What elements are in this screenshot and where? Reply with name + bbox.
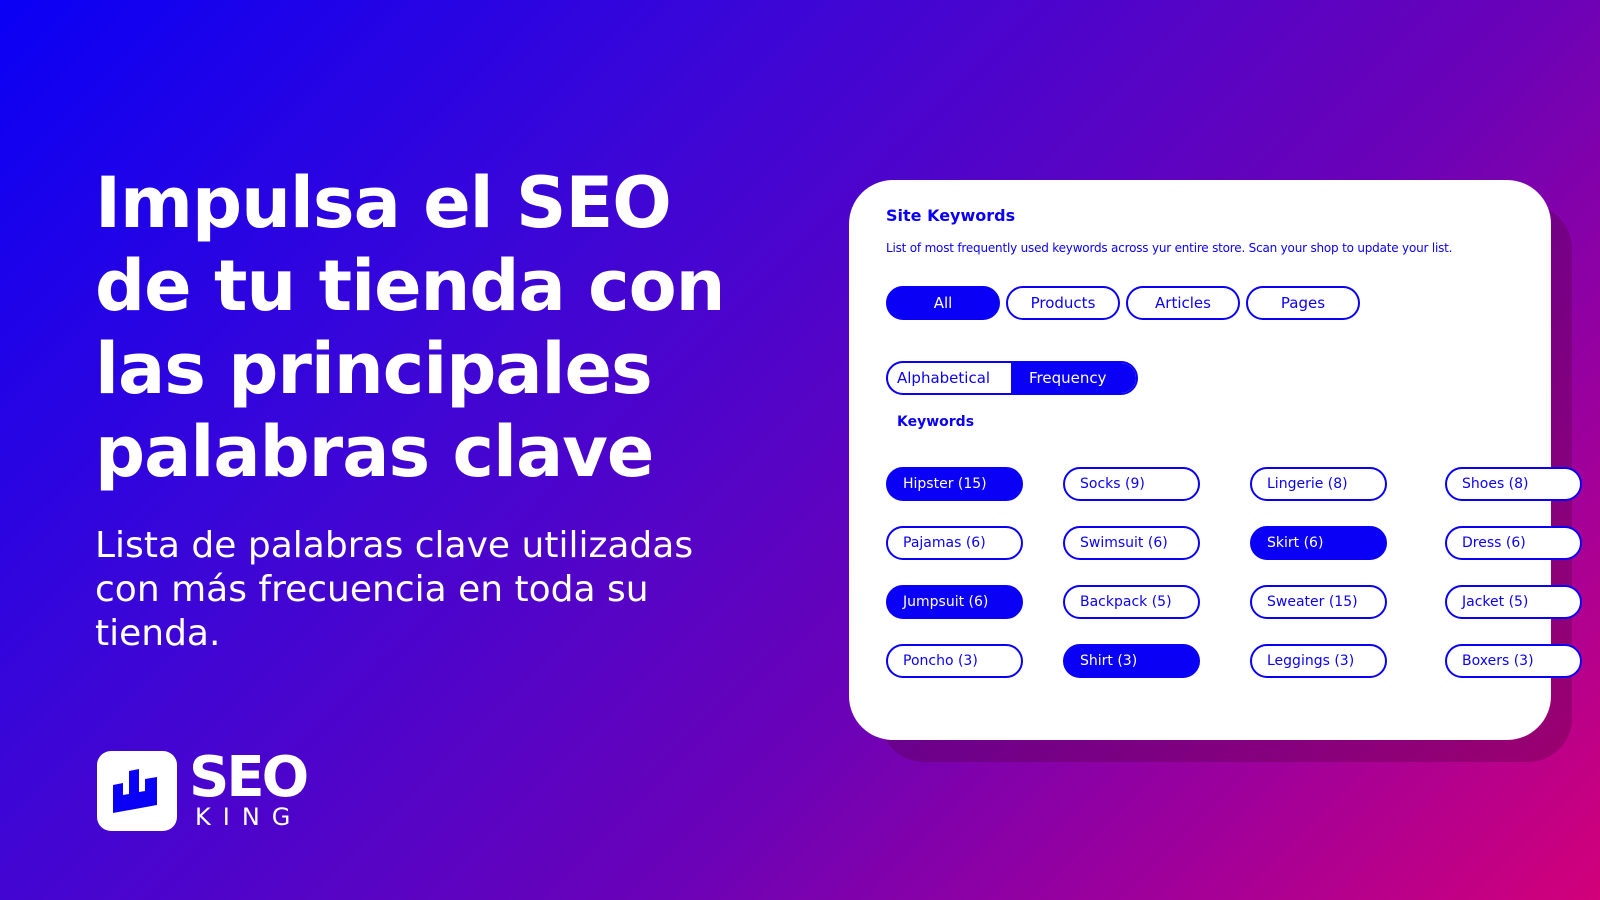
headline-line: las principales <box>95 328 653 410</box>
keyword-chip[interactable]: Poncho (3) <box>886 644 1023 678</box>
filter-pages[interactable]: Pages <box>1246 286 1360 320</box>
keyword-chip[interactable]: Lingerie (8) <box>1250 467 1387 501</box>
keyword-chip[interactable]: Shirt (3) <box>1063 644 1200 678</box>
keyword-chip[interactable]: Hipster (15) <box>886 467 1023 501</box>
keyword-chip[interactable]: Jumpsuit (6) <box>886 585 1023 619</box>
hero-headline: Impulsa el SEO de tu tienda con las prin… <box>95 162 775 494</box>
logo-word-king: KING <box>195 803 303 831</box>
subtitle-line: con más frecuencia en toda su <box>95 569 649 610</box>
keyword-chip[interactable]: Dress (6) <box>1445 526 1582 560</box>
keyword-chip[interactable]: Socks (9) <box>1063 467 1200 501</box>
keyword-chip[interactable]: Sweater (15) <box>1250 585 1387 619</box>
sort-frequency[interactable]: Frequency <box>1011 363 1136 393</box>
headline-line: palabras clave <box>95 411 654 493</box>
sort-toggle: Alphabetical Frequency <box>886 361 1138 395</box>
filter-all[interactable]: All <box>886 286 1000 320</box>
seo-king-logo: SEO KING <box>97 745 309 831</box>
filter-articles[interactable]: Articles <box>1126 286 1240 320</box>
keywords-heading: Keywords <box>897 414 975 430</box>
keyword-chip[interactable]: Shoes (8) <box>1445 467 1582 501</box>
keyword-chip[interactable]: Skirt (6) <box>1250 526 1387 560</box>
filter-products[interactable]: Products <box>1006 286 1120 320</box>
filter-tabs: All Products Articles Pages <box>886 286 1360 320</box>
hero-subtitle: Lista de palabras clave utilizadas con m… <box>95 524 755 656</box>
keyword-chip[interactable]: Leggings (3) <box>1250 644 1387 678</box>
headline-line: Impulsa el SEO <box>95 162 672 244</box>
logo-word-seo: SEO <box>189 745 309 810</box>
keyword-chip[interactable]: Boxers (3) <box>1445 644 1582 678</box>
headline-line: de tu tienda con <box>95 245 726 327</box>
keyword-chip[interactable]: Backpack (5) <box>1063 585 1200 619</box>
site-keywords-card: Site Keywords List of most frequently us… <box>849 180 1582 740</box>
card-description: List of most frequently used keywords ac… <box>886 241 1453 255</box>
subtitle-line: Lista de palabras clave utilizadas <box>95 525 694 566</box>
subtitle-line: tienda. <box>95 613 221 654</box>
bar-chart-crown-icon <box>97 751 177 831</box>
card-title: Site Keywords <box>886 206 1016 225</box>
keyword-chip[interactable]: Pajamas (6) <box>886 526 1023 560</box>
keyword-chip[interactable]: Jacket (5) <box>1445 585 1582 619</box>
keywords-grid: Hipster (15) Socks (9) Lingerie (8) Shoe… <box>886 467 1582 678</box>
keyword-chip[interactable]: Swimsuit (6) <box>1063 526 1200 560</box>
sort-alphabetical[interactable]: Alphabetical <box>888 363 1011 393</box>
